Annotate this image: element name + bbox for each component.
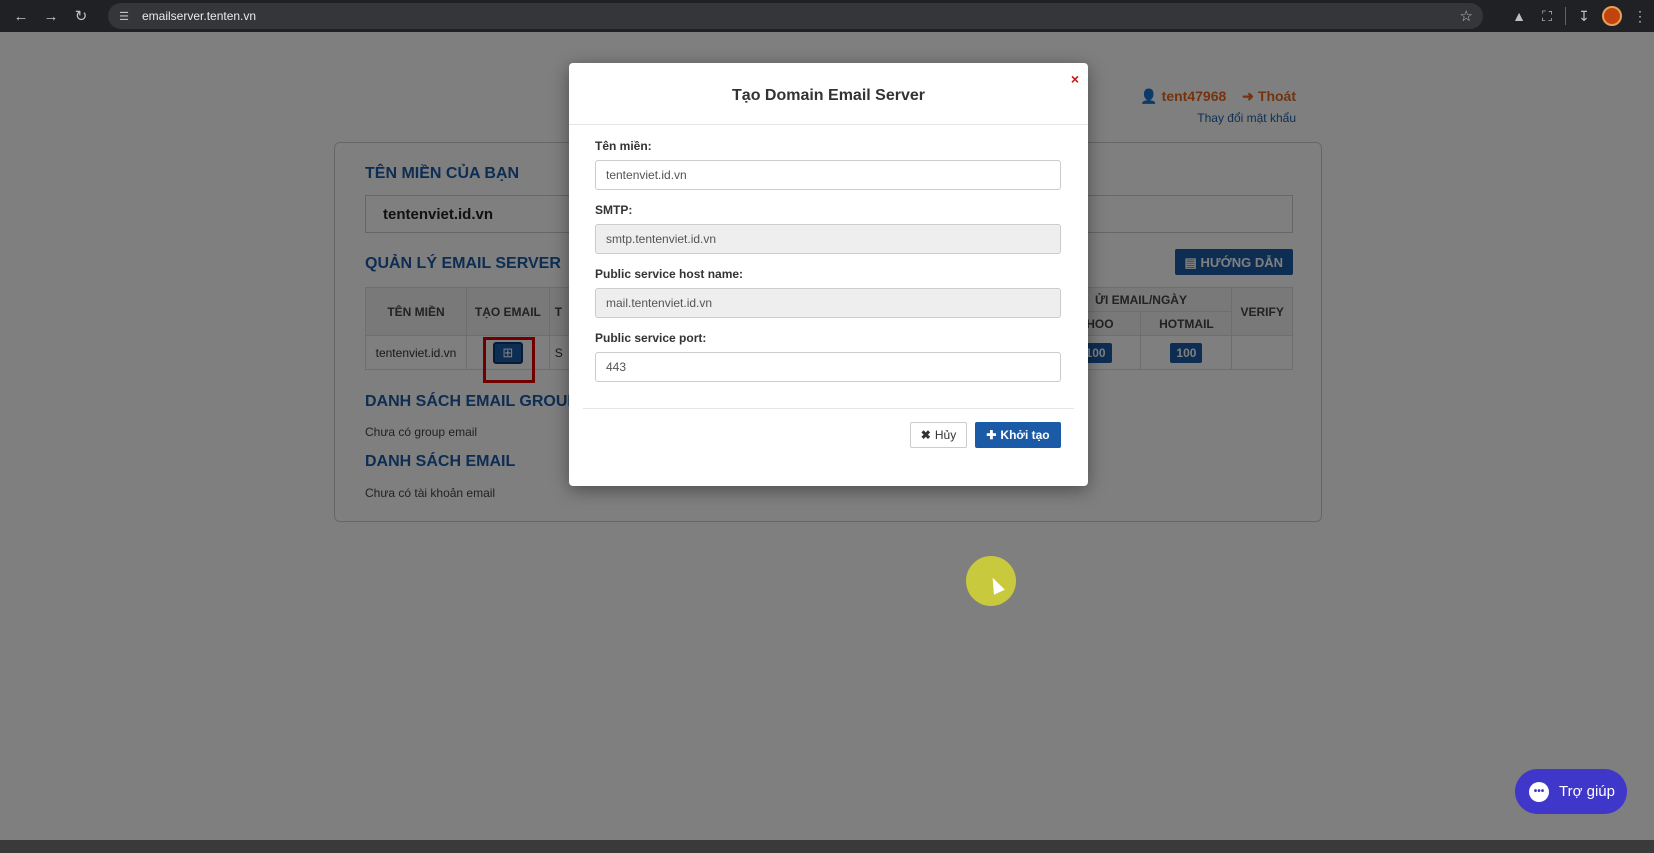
back-icon[interactable]: ← (10, 5, 32, 27)
port-field: Public service port: (595, 331, 1061, 382)
plus-icon: ✚ (986, 428, 997, 442)
horizontal-scrollbar[interactable] (0, 840, 1654, 853)
help-label: Trợ giúp (1559, 783, 1615, 800)
cancel-button[interactable]: ✖ Hủy (910, 422, 967, 448)
create-button-label: Khởi tạo (1000, 428, 1050, 442)
help-widget-button[interactable]: ••• Trợ giúp (1515, 769, 1627, 814)
extensions-icon[interactable]: ⛶ (1533, 2, 1561, 30)
chat-bubble-icon: ••• (1529, 781, 1549, 802)
bookmark-star-icon[interactable]: ☆ (1460, 7, 1473, 25)
cancel-button-label: Hủy (934, 428, 957, 442)
browser-toolbar: ← → ↻ ☰ emailserver.tenten.vn ☆ ▲ ⛶ ↧ ⋮ (0, 0, 1654, 32)
host-name-label: Public service host name: (595, 267, 744, 281)
drive-icon[interactable]: ▲ (1505, 2, 1533, 30)
host-name-field: Public service host name: (595, 267, 1061, 318)
port-label: Public service port: (595, 331, 707, 345)
close-icon[interactable]: × (1071, 71, 1079, 87)
modal-footer-divider (583, 408, 1074, 409)
site-settings-icon[interactable]: ☰ (116, 8, 132, 24)
port-input[interactable] (595, 352, 1061, 382)
x-icon: ✖ (920, 428, 931, 442)
domain-input[interactable] (595, 160, 1061, 190)
profile-avatar[interactable] (1598, 2, 1626, 30)
smtp-input[interactable] (595, 224, 1061, 254)
domain-label: Tên miền: (595, 139, 652, 153)
download-icon[interactable]: ↧ (1570, 2, 1598, 30)
reload-icon[interactable]: ↻ (70, 5, 92, 27)
create-domain-modal: Tạo Domain Email Server × Tên miền: SMTP… (569, 63, 1088, 486)
create-button[interactable]: ✚ Khởi tạo (975, 422, 1061, 448)
address-bar[interactable]: ☰ emailserver.tenten.vn ☆ (108, 3, 1483, 29)
smtp-field: SMTP: (595, 203, 1061, 254)
domain-field: Tên miền: (595, 139, 1061, 190)
forward-icon[interactable]: → (40, 5, 62, 27)
host-name-input[interactable] (595, 288, 1061, 318)
avatar (1602, 6, 1622, 26)
address-url[interactable]: emailserver.tenten.vn (142, 9, 256, 23)
toolbar-divider (1565, 7, 1566, 25)
menu-dots-icon[interactable]: ⋮ (1626, 2, 1654, 30)
modal-header: Tạo Domain Email Server (569, 63, 1088, 125)
smtp-label: SMTP: (595, 203, 633, 217)
modal-title: Tạo Domain Email Server (732, 86, 925, 104)
